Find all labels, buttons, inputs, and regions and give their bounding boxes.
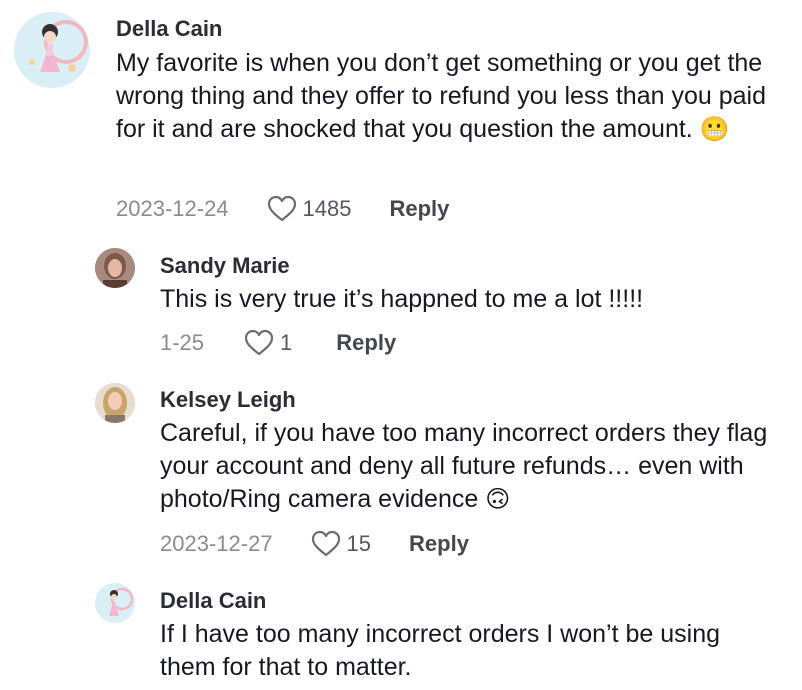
comment-author[interactable]: Della Cain bbox=[160, 588, 266, 614]
comment-author[interactable]: Della Cain bbox=[116, 16, 222, 42]
comment-date: 2023-12-27 bbox=[160, 531, 273, 556]
comment-date: 1-25 bbox=[160, 330, 205, 355]
comment-text: This is very true it’s happned to me a l… bbox=[160, 285, 644, 313]
comment-author[interactable]: Kelsey Leigh bbox=[160, 387, 296, 413]
reply-button[interactable]: Reply bbox=[336, 330, 396, 356]
like-button[interactable]: 1485 bbox=[267, 195, 352, 223]
avatar[interactable] bbox=[14, 12, 90, 88]
grimace-emoji-icon: 😬 bbox=[699, 116, 730, 143]
comment-item: Della Cain My favorite is when you don’t… bbox=[0, 0, 802, 230]
comment-text: If I have too many incorrect orders I wo… bbox=[160, 620, 720, 681]
comment-meta: 2023-12-27 15 Reply bbox=[160, 530, 469, 558]
avatar[interactable] bbox=[95, 248, 135, 288]
upside-down-face-emoji-icon: 🙃 bbox=[485, 486, 511, 513]
avatar[interactable] bbox=[95, 383, 135, 423]
like-count: 1485 bbox=[302, 196, 352, 221]
comment-meta: 1-25 1 Reply bbox=[160, 329, 396, 357]
reply-comment-item: Kelsey Leigh Careful, if you have too ma… bbox=[0, 375, 802, 575]
heart-outline-icon bbox=[267, 195, 296, 222]
like-count: 1 bbox=[280, 330, 293, 355]
comment-text-body: My favorite is when you don’t get someth… bbox=[116, 49, 766, 143]
like-button[interactable]: 15 bbox=[311, 530, 371, 558]
comment-text: My favorite is when you don’t get someth… bbox=[116, 47, 776, 146]
comment-author[interactable]: Sandy Marie bbox=[160, 253, 290, 279]
comment-date: 2023-12-24 bbox=[116, 196, 229, 221]
like-button[interactable]: 1 bbox=[244, 329, 292, 357]
reply-button[interactable]: Reply bbox=[409, 531, 469, 557]
heart-outline-icon bbox=[311, 530, 340, 557]
comment-meta: 2023-12-24 1485 Reply bbox=[116, 195, 449, 223]
avatar[interactable] bbox=[95, 583, 135, 623]
like-count: 15 bbox=[346, 531, 372, 556]
reply-button[interactable]: Reply bbox=[390, 196, 450, 222]
reply-comment-item: Della Cain If I have too many incorrect … bbox=[0, 575, 802, 690]
comment-text: Careful, if you have too many incorrect … bbox=[160, 417, 780, 516]
comment-text-body: Careful, if you have too many incorrect … bbox=[160, 419, 768, 513]
reply-comment-item: Sandy Marie This is very true it’s happn… bbox=[0, 240, 802, 365]
heart-outline-icon bbox=[244, 329, 274, 356]
